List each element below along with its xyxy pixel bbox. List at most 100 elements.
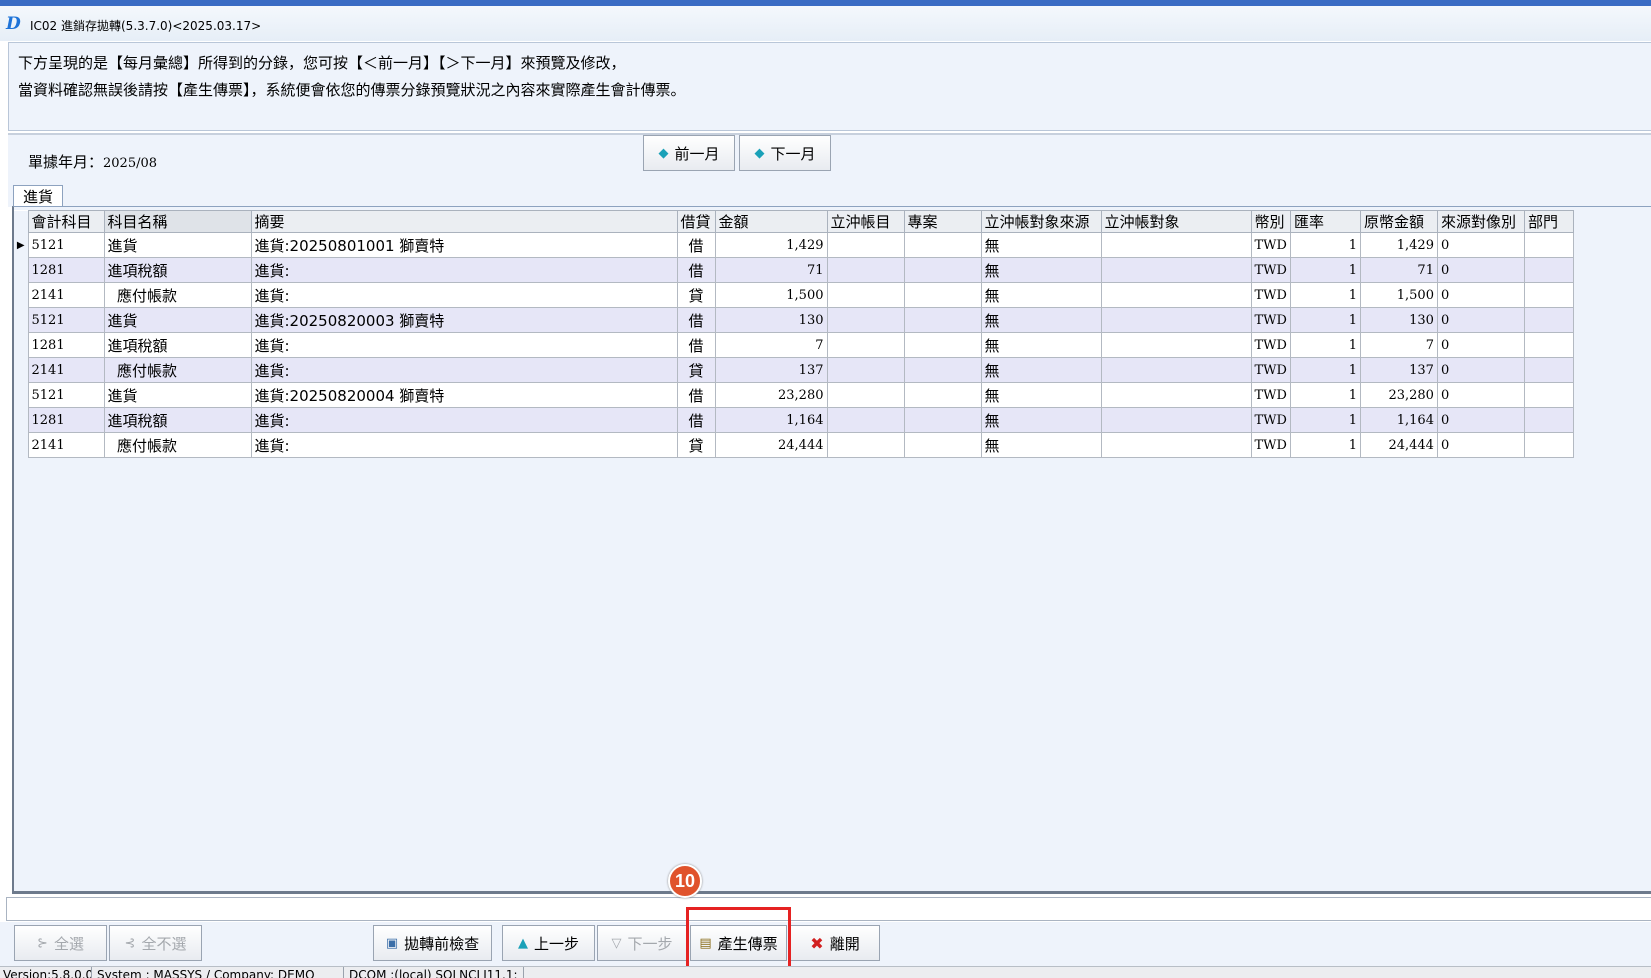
cell-summary[interactable]: 進貨:20250801001 獅賣特	[250, 232, 678, 258]
cell-offset-object-source[interactable]: 無	[980, 382, 1102, 408]
cell-offset-account[interactable]	[826, 307, 905, 333]
cell-offset-account[interactable]	[826, 357, 905, 383]
cell-exchange-rate[interactable]: 1	[1289, 357, 1361, 383]
cell-department[interactable]	[1523, 432, 1574, 458]
cell-summary[interactable]: 進貨:20250820004 獅賣特	[250, 382, 678, 408]
cell-account-code[interactable]: 1281	[27, 257, 105, 283]
cell-summary[interactable]: 進貨:	[250, 432, 678, 458]
cell-source-object-type[interactable]: 0	[1436, 282, 1525, 308]
cell-offset-object[interactable]	[1100, 257, 1252, 283]
cell-offset-object-source[interactable]: 無	[980, 332, 1102, 358]
col-header-offset-object[interactable]: 立沖帳對象	[1100, 210, 1252, 233]
cell-debit-credit[interactable]: 借	[676, 307, 716, 333]
cell-offset-account[interactable]	[826, 432, 905, 458]
cell-project[interactable]	[903, 407, 982, 433]
cell-offset-object[interactable]	[1100, 332, 1252, 358]
cell-account-code[interactable]: 1281	[27, 407, 105, 433]
deselect-all-button[interactable]: ⊰ 全不選	[109, 925, 202, 961]
cell-source-object-type[interactable]: 0	[1436, 332, 1525, 358]
cell-amount[interactable]: 1,429	[714, 232, 828, 258]
cell-exchange-rate[interactable]: 1	[1289, 407, 1361, 433]
table-row[interactable]: 1281 進項稅額 進貨: 借 71 無 TWD 1 71 0	[14, 257, 1574, 283]
col-header-account-name[interactable]: 科目名稱	[103, 210, 252, 233]
cell-original-amount[interactable]: 71	[1359, 257, 1438, 283]
cell-amount[interactable]: 137	[714, 357, 828, 383]
col-header-amount[interactable]: 金額	[714, 210, 828, 233]
cell-amount[interactable]: 71	[714, 257, 828, 283]
cell-offset-object-source[interactable]: 無	[980, 357, 1102, 383]
cell-offset-object[interactable]	[1100, 432, 1252, 458]
cell-exchange-rate[interactable]: 1	[1289, 307, 1361, 333]
table-row[interactable]: 1281 進項稅額 進貨: 借 1,164 無 TWD 1 1,164 0	[14, 407, 1574, 433]
cell-offset-account[interactable]	[826, 407, 905, 433]
cell-original-amount[interactable]: 7	[1359, 332, 1438, 358]
cell-amount[interactable]: 23,280	[714, 382, 828, 408]
cell-amount[interactable]: 1,500	[714, 282, 828, 308]
cell-source-object-type[interactable]: 0	[1436, 432, 1525, 458]
next-month-button[interactable]: ◆ 下一月	[739, 135, 831, 171]
prev-month-button[interactable]: ◆ 前一月	[643, 135, 735, 171]
table-row[interactable]: 5121 進貨 進貨:20250820004 獅賣特 借 23,280 無 TW…	[14, 382, 1574, 408]
cell-account-code[interactable]: 5121	[27, 232, 105, 258]
cell-offset-account[interactable]	[826, 257, 905, 283]
cell-source-object-type[interactable]: 0	[1436, 407, 1525, 433]
cell-account-name[interactable]: 進貨	[103, 307, 252, 333]
cell-currency[interactable]: TWD	[1250, 232, 1291, 258]
cell-source-object-type[interactable]: 0	[1436, 382, 1525, 408]
cell-project[interactable]	[903, 307, 982, 333]
table-row[interactable]: 5121 進貨 進貨:20250820003 獅賣特 借 130 無 TWD 1…	[14, 307, 1574, 333]
exit-button[interactable]: ✖ 離開	[790, 925, 880, 961]
cell-summary[interactable]: 進貨:20250820003 獅賣特	[250, 307, 678, 333]
cell-offset-object-source[interactable]: 無	[980, 407, 1102, 433]
cell-exchange-rate[interactable]: 1	[1289, 282, 1361, 308]
cell-department[interactable]	[1523, 382, 1574, 408]
col-header-department[interactable]: 部門	[1523, 210, 1574, 233]
tab-purchase[interactable]: 進貨	[13, 185, 63, 207]
cell-summary[interactable]: 進貨:	[250, 357, 678, 383]
cell-summary[interactable]: 進貨:	[250, 332, 678, 358]
cell-offset-account[interactable]	[826, 282, 905, 308]
cell-project[interactable]	[903, 357, 982, 383]
cell-currency[interactable]: TWD	[1250, 282, 1291, 308]
table-row[interactable]: 1281 進項稅額 進貨: 借 7 無 TWD 1 7 0	[14, 332, 1574, 358]
cell-account-name[interactable]: 應付帳款	[103, 282, 252, 308]
cell-project[interactable]	[903, 382, 982, 408]
cell-amount[interactable]: 7	[714, 332, 828, 358]
cell-account-code[interactable]: 5121	[27, 382, 105, 408]
cell-original-amount[interactable]: 1,500	[1359, 282, 1438, 308]
cell-offset-object[interactable]	[1100, 357, 1252, 383]
cell-exchange-rate[interactable]: 1	[1289, 257, 1361, 283]
cell-project[interactable]	[903, 332, 982, 358]
col-header-offset-account[interactable]: 立沖帳目	[826, 210, 905, 233]
cell-account-code[interactable]: 1281	[27, 332, 105, 358]
cell-offset-account[interactable]	[826, 232, 905, 258]
table-row[interactable]: 2141 應付帳款 進貨: 貸 137 無 TWD 1 137 0	[14, 357, 1574, 383]
cell-account-code[interactable]: 5121	[27, 307, 105, 333]
cell-debit-credit[interactable]: 借	[676, 232, 716, 258]
cell-source-object-type[interactable]: 0	[1436, 257, 1525, 283]
cell-offset-object-source[interactable]: 無	[980, 307, 1102, 333]
cell-account-code[interactable]: 2141	[27, 357, 105, 383]
cell-offset-object[interactable]	[1100, 382, 1252, 408]
cell-account-name[interactable]: 進項稅額	[103, 257, 252, 283]
select-all-button[interactable]: ⊱ 全選	[14, 925, 107, 961]
cell-debit-credit[interactable]: 借	[676, 382, 716, 408]
cell-original-amount[interactable]: 1,429	[1359, 232, 1438, 258]
cell-department[interactable]	[1523, 282, 1574, 308]
cell-summary[interactable]: 進貨:	[250, 257, 678, 283]
cell-currency[interactable]: TWD	[1250, 432, 1291, 458]
cell-account-name[interactable]: 進項稅額	[103, 332, 252, 358]
cell-offset-object[interactable]	[1100, 232, 1252, 258]
table-row[interactable]: ▶ 5121 進貨 進貨:20250801001 獅賣特 借 1,429 無 T…	[14, 232, 1574, 258]
cell-currency[interactable]: TWD	[1250, 382, 1291, 408]
col-header-account-code[interactable]: 會計科目	[27, 210, 105, 233]
table-row[interactable]: 2141 應付帳款 進貨: 貸 24,444 無 TWD 1 24,444 0	[14, 432, 1574, 458]
col-header-currency[interactable]: 幣別	[1250, 210, 1291, 233]
cell-project[interactable]	[903, 232, 982, 258]
cell-original-amount[interactable]: 137	[1359, 357, 1438, 383]
col-header-offset-object-source[interactable]: 立沖帳對象來源	[980, 210, 1102, 233]
cell-account-name[interactable]: 應付帳款	[103, 432, 252, 458]
cell-exchange-rate[interactable]: 1	[1289, 432, 1361, 458]
col-header-original-amount[interactable]: 原幣金額	[1359, 210, 1438, 233]
cell-offset-object-source[interactable]: 無	[980, 282, 1102, 308]
